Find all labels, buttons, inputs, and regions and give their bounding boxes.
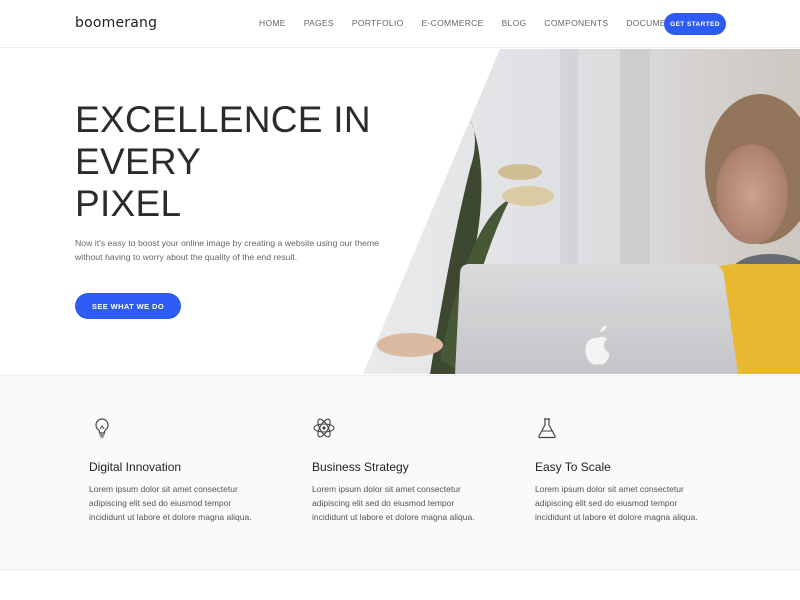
flask-icon — [538, 418, 556, 439]
feature-title: Easy To Scale — [535, 460, 611, 474]
hero-title: EXCELLENCE IN EVERY PIXEL — [75, 99, 405, 225]
get-started-button[interactable]: GET STARTED — [664, 13, 726, 35]
hero-title-line-2: EVERY — [75, 141, 202, 182]
lightbulb-icon — [95, 418, 109, 438]
feature-text: Lorem ipsum dolor sit amet consectetur a… — [312, 484, 475, 522]
nav-item-home[interactable]: HOME — [259, 18, 286, 28]
feature-text: Lorem ipsum dolor sit amet consectetur a… — [535, 484, 698, 522]
site-header: boomerang HOME PAGES PORTFOLIO E-COMMERC… — [0, 0, 800, 48]
hero-title-line-3: PIXEL — [75, 183, 182, 224]
features-section: Digital Innovation Lorem ipsum dolor sit… — [0, 375, 800, 570]
atom-icon — [313, 418, 335, 438]
nav-item-ecommerce[interactable]: E-COMMERCE — [422, 18, 484, 28]
nav-item-components[interactable]: COMPONENTS — [544, 18, 608, 28]
nav-item-pages[interactable]: PAGES — [304, 18, 334, 28]
hero-title-line-1: EXCELLENCE IN — [75, 99, 371, 140]
feature-text: Lorem ipsum dolor sit amet consectetur a… — [89, 484, 252, 522]
main-nav: HOME PAGES PORTFOLIO E-COMMERCE BLOG COM… — [259, 18, 722, 28]
nav-item-blog[interactable]: BLOG — [502, 18, 527, 28]
feature-title: Business Strategy — [312, 460, 409, 474]
hero-description: Now it's easy to boost your online image… — [75, 238, 379, 262]
hero-section: EXCELLENCE IN EVERY PIXEL Now it's easy … — [0, 49, 800, 374]
feature-title: Digital Innovation — [89, 460, 182, 474]
see-what-we-do-button[interactable]: SEE WHAT WE DO — [75, 293, 181, 319]
nav-item-portfolio[interactable]: PORTFOLIO — [352, 18, 404, 28]
site-logo[interactable]: boomerang — [75, 15, 157, 31]
